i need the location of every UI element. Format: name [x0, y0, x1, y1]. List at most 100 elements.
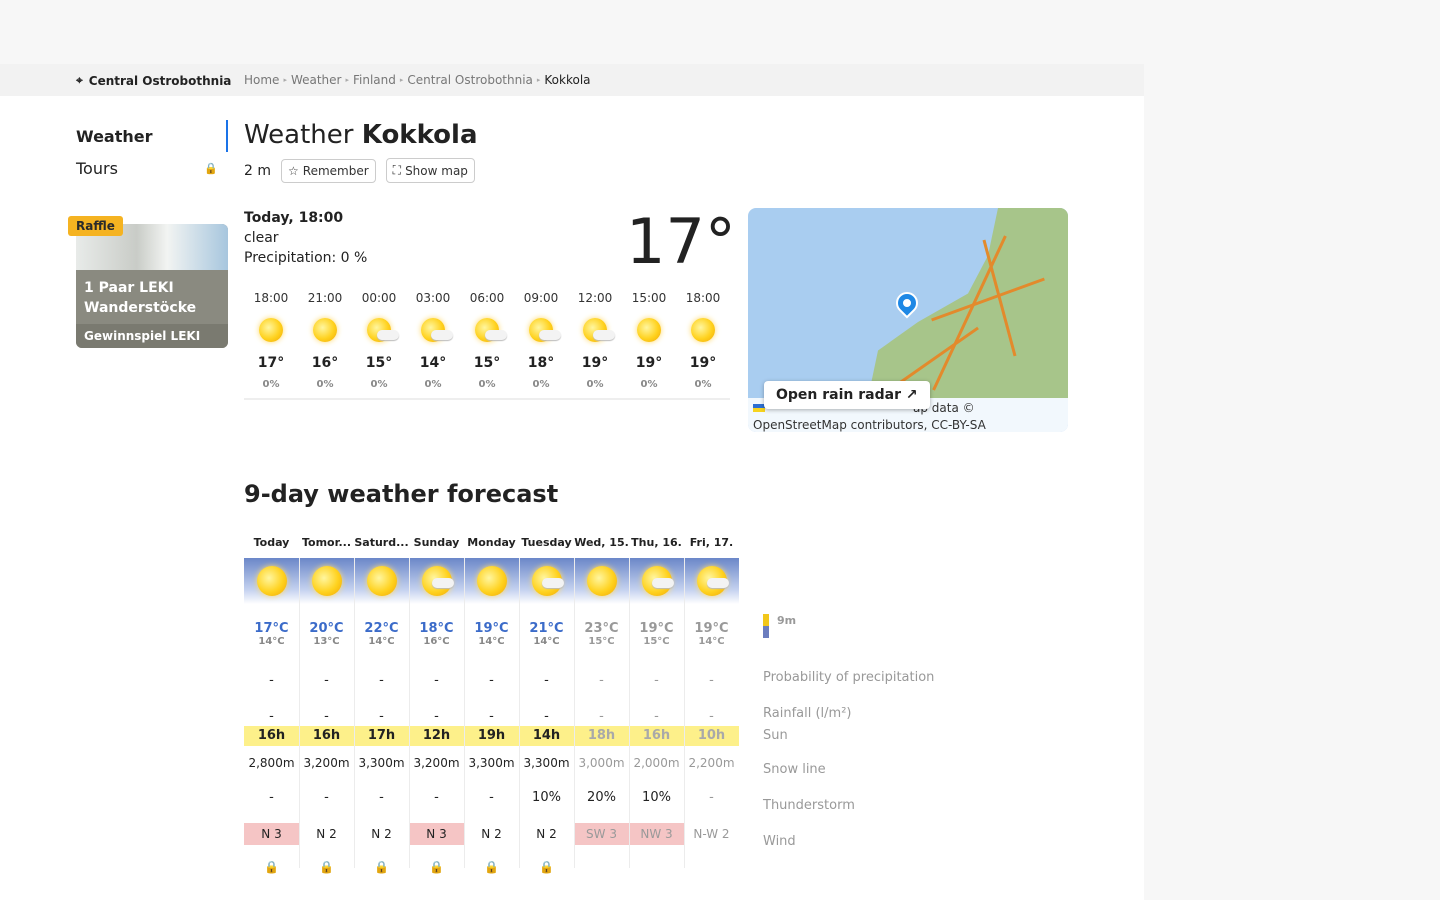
min-temp: 14°C: [478, 636, 505, 647]
wind: NW 3: [629, 823, 684, 845]
remember-label: Remember: [302, 163, 369, 178]
thunderstorm: -: [324, 790, 329, 805]
current-condition: clear: [244, 230, 279, 246]
chevron-right-icon: ▸: [536, 76, 541, 84]
hour-time: 12:00: [577, 291, 613, 305]
hour-icon-cell: [244, 310, 298, 350]
hourly-column: 03:00 14° 0%: [406, 286, 460, 400]
external-link-icon: ↗: [905, 387, 918, 403]
day-header[interactable]: Sunday: [409, 532, 464, 558]
day-icons-row: [244, 558, 739, 604]
attribution-line-2[interactable]: OpenStreetMap contributors, CC-BY-SA: [753, 417, 1063, 432]
day-header[interactable]: Wed, 15.: [574, 532, 629, 558]
crumb-weather[interactable]: Weather: [291, 73, 342, 87]
day-header[interactable]: Tomor...: [299, 532, 354, 558]
thunderstorm: -: [434, 790, 439, 805]
thunderstorm: -: [709, 790, 714, 805]
min-temp: 14°C: [258, 636, 285, 647]
snow-line: 3,300m: [358, 756, 405, 770]
sun-cloud-icon: [475, 318, 507, 342]
crumb-home[interactable]: Home: [244, 73, 279, 87]
lock-icon[interactable]: 🔒: [409, 852, 464, 882]
max-temp-row: 17°C 20°C 22°C 18°C 19°C 21°C 23°C 19°C 19°C: [244, 604, 739, 636]
hourly-column: 18:00 17° 0%: [244, 286, 298, 400]
lock-icon[interactable]: 🔒: [244, 852, 299, 882]
hour-temp: 19°: [581, 355, 609, 371]
lock-icon[interactable]: 🔒: [519, 852, 574, 882]
altitude-key-label: 9m: [777, 614, 797, 627]
thunderstorm: -: [379, 790, 384, 805]
nav-item-tours[interactable]: Tours 🔒: [76, 152, 228, 184]
nav-item-weather[interactable]: Weather: [76, 120, 228, 152]
hour-time: 09:00: [523, 291, 559, 305]
current-time: Today, 18:00: [244, 210, 344, 226]
sun-hours: 17h: [367, 728, 396, 743]
sun-icon: [691, 318, 715, 342]
lock-icon: 🔒: [204, 161, 218, 175]
hour-precip: 0%: [424, 379, 442, 390]
hour-icon-cell: [352, 310, 406, 350]
wind-row: N 3 N 2 N 2 N 3 N 2 N 2 SW 3 NW 3 N-W 2: [244, 816, 739, 852]
hour-precip: 0%: [316, 379, 334, 390]
raffle-promo-card[interactable]: 1 Paar LEKI Wanderstöcke Gewinnspiel LEK…: [76, 224, 228, 348]
day-icon-cell: [354, 558, 409, 604]
crumb-country[interactable]: Finland: [353, 73, 396, 87]
wind: SW 3: [574, 823, 629, 845]
day-header[interactable]: Saturd...: [354, 532, 409, 558]
extra-row: 🔒 🔒 🔒 🔒 🔒 🔒: [244, 852, 739, 882]
sun-hours: 16h: [642, 728, 671, 743]
thunderstorm: -: [489, 790, 494, 805]
forecast-title: 9-day weather forecast: [244, 480, 559, 508]
hour-temp: 18°: [527, 355, 555, 371]
show-map-label: Show map: [405, 163, 468, 178]
day-header[interactable]: Tuesday: [519, 532, 574, 558]
sun-icon: [476, 566, 507, 596]
nav-item-tours-label: Tours: [76, 158, 118, 178]
hour-precip: 0%: [640, 379, 658, 390]
sun-cloud-icon: [583, 318, 615, 342]
promo-subtitle: Gewinnspiel LEKI: [76, 324, 228, 348]
lock-icon[interactable]: 🔒: [299, 852, 354, 882]
current-precipitation: Precipitation: 0 %: [244, 250, 368, 266]
max-temp: 19°C: [474, 621, 509, 636]
location-pin-icon: [891, 287, 923, 319]
hourly-forecast: 18:00 17° 0% 21:00 16° 0% 00:00 15° 0% 03:00 14° 0%…: [244, 286, 730, 400]
snow-line: 2,800m: [248, 756, 295, 770]
min-temp: 14°C: [698, 636, 725, 647]
lock-icon[interactable]: 🔒: [354, 852, 409, 882]
day-header[interactable]: Fri, 17.: [684, 532, 739, 558]
lock-icon[interactable]: 🔒: [464, 852, 519, 882]
location-meta: 2 m ☆ Remember ⛶ Show map: [244, 158, 475, 183]
max-temp: 19°C: [639, 621, 674, 636]
remember-button[interactable]: ☆ Remember: [281, 158, 376, 183]
show-map-button[interactable]: ⛶ Show map: [385, 158, 475, 183]
rainfall: -: [269, 709, 274, 724]
open-rain-radar-button[interactable]: Open rain radar ↗: [764, 381, 930, 409]
hour-icon-cell: [406, 310, 460, 350]
region-link[interactable]: ⌖ Central Ostrobothnia: [76, 73, 231, 88]
sun-cloud-icon: [421, 318, 453, 342]
probability-row: ---------: [244, 658, 739, 692]
rainfall: -: [489, 709, 494, 724]
map-icon: ⛶: [392, 163, 402, 177]
sun-cloud-icon: [641, 566, 674, 596]
day-icon-cell: [629, 558, 684, 604]
hour-time: 06:00: [469, 291, 505, 305]
hour-time: 00:00: [361, 291, 397, 305]
sun-icon: [311, 566, 342, 596]
forecast-day-headers: Today Tomor... Saturd... Sunday Monday Tuesda…: [244, 532, 739, 558]
day-header[interactable]: Monday: [464, 532, 519, 558]
rainfall: -: [379, 709, 384, 724]
day-header[interactable]: Thu, 16.: [629, 532, 684, 558]
location-map[interactable]: ap data © OpenStreetMap contributors, CC…: [748, 208, 1068, 432]
side-navigation: Weather Tours 🔒: [76, 120, 228, 184]
chevron-right-icon: ▸: [399, 76, 404, 84]
snow-line: 3,300m: [468, 756, 515, 770]
day-icon-cell: [684, 558, 739, 604]
hour-icon-cell: [676, 310, 730, 350]
hour-icon-cell: [568, 310, 622, 350]
crumb-region[interactable]: Central Ostrobothnia: [407, 73, 532, 87]
day-header[interactable]: Today: [244, 532, 299, 558]
precip-probability: -: [654, 673, 659, 688]
hour-icon-cell: [514, 310, 568, 350]
